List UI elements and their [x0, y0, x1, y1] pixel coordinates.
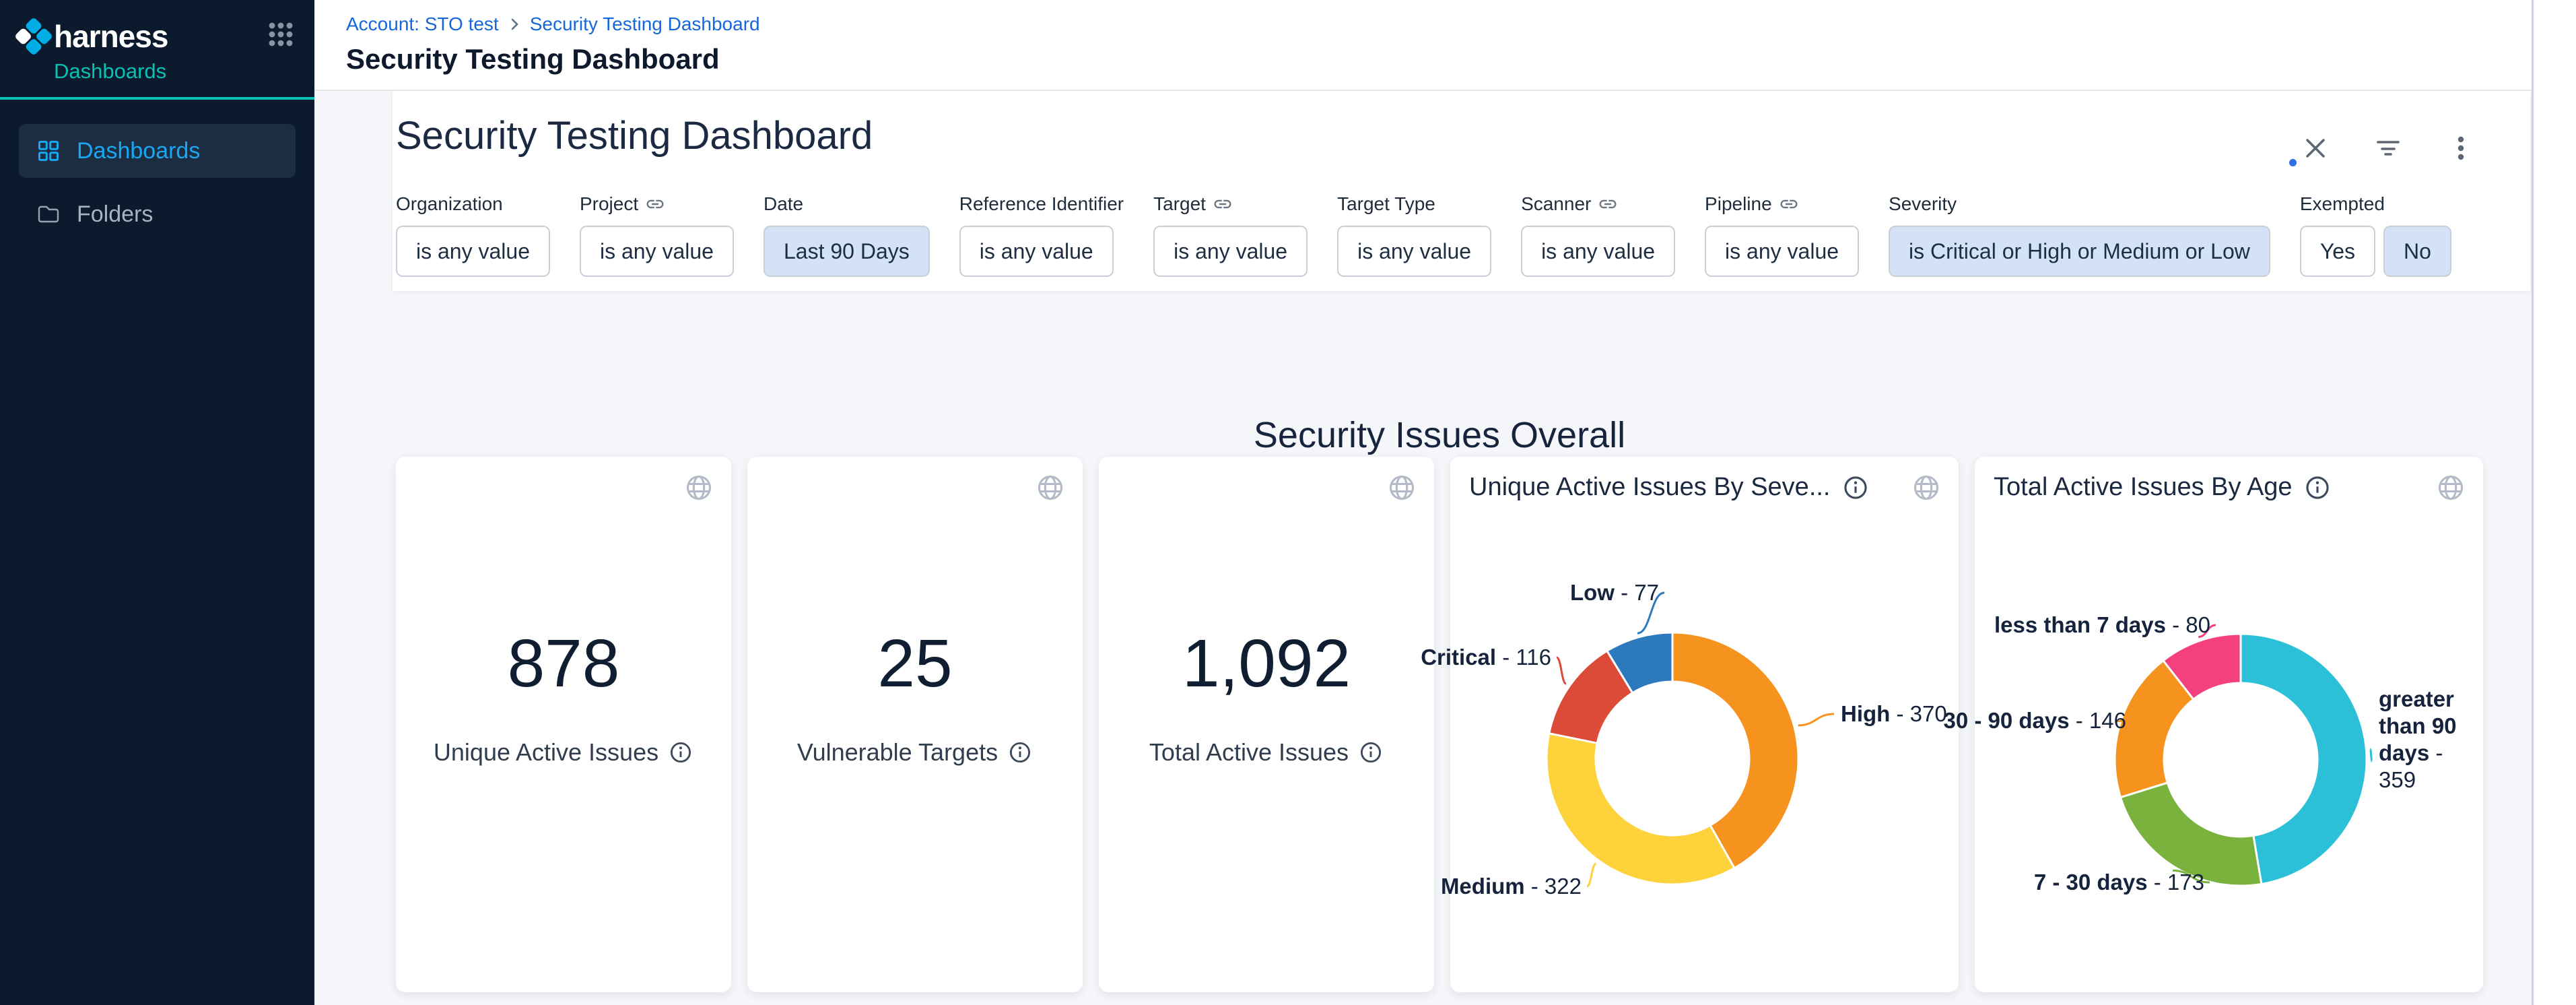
sidebar: harness Dashboards Dashboards — [0, 0, 314, 1005]
donut-label: Critical - 116 — [1421, 644, 1551, 671]
product-name: Dashboards — [54, 59, 314, 84]
filters-row: Organization is any value Project is any va… — [396, 193, 2530, 277]
link-icon — [1213, 194, 1233, 214]
filter-group: Organization is any value — [396, 193, 550, 277]
donut-label: High - 370 — [1841, 701, 1947, 727]
filter-value-button[interactable]: is any value — [396, 226, 550, 277]
dashboard-toolbar — [2300, 133, 2476, 164]
filter-label: Organization — [396, 193, 550, 215]
filter-value-button[interactable]: is any value — [1153, 226, 1308, 277]
sidebar-divider — [0, 97, 314, 100]
filter-group: Pipeline is any value — [1705, 193, 1859, 277]
chevron-right-icon — [506, 15, 523, 33]
donut-label: less than 7 days - 80 — [1994, 612, 2210, 639]
donut-chart-severity: High - 370Medium - 322Critical - 116Low … — [1450, 457, 1959, 992]
main-content: Security Testing Dashboard Organization i… — [314, 91, 2532, 1005]
donut-leader-line — [1557, 657, 1566, 684]
harness-logo-icon[interactable] — [15, 18, 53, 55]
globe-icon — [684, 473, 714, 506]
dashboard-panel: Security Testing Dashboard Organization i… — [393, 91, 2530, 291]
page-title: Security Testing Dashboard — [346, 43, 2532, 75]
filter-value-button[interactable]: is any value — [959, 226, 1114, 277]
tile-vulnerable-targets: 25 Vulnerable Targets — [747, 457, 1083, 992]
close-icon[interactable] — [2300, 133, 2331, 164]
filter-value-button[interactable]: is any value — [1337, 226, 1491, 277]
metric-label: Vulnerable Targets — [797, 738, 998, 767]
metric-value: 1,092 — [1099, 625, 1434, 703]
filter-label: Severity — [1889, 193, 2270, 215]
sidebar-item-dashboards[interactable]: Dashboards — [19, 124, 296, 178]
filter-value-button[interactable]: Last 90 Days — [764, 226, 930, 277]
info-icon[interactable] — [668, 740, 693, 765]
donut-slice-greater-than-90-days[interactable] — [2241, 634, 2367, 884]
globe-icon — [1387, 473, 1417, 506]
donut-slice-medium[interactable] — [1547, 734, 1734, 884]
brand-name: harness — [54, 18, 168, 55]
filter-value-button[interactable]: is Critical or High or Medium or Low — [1889, 226, 2270, 277]
filter-group: Target Type is any value — [1337, 193, 1491, 277]
filter-group: Project is any value — [580, 193, 734, 277]
filter-group: Scanner is any value — [1521, 193, 1675, 277]
link-icon — [1779, 194, 1799, 214]
section-title: Security Issues Overall — [396, 414, 2483, 456]
filter-label: Exempted — [2300, 193, 2451, 215]
filter-indicator-dot — [2289, 159, 2297, 166]
donut-leader-line — [2370, 749, 2372, 761]
top-header: Account: STO test Security Testing Dashb… — [314, 0, 2532, 91]
filter-icon[interactable] — [2373, 133, 2404, 164]
breadcrumb-account-link[interactable]: Account: STO test — [346, 13, 499, 35]
breadcrumb: Account: STO test Security Testing Dashb… — [346, 13, 2532, 35]
donut-leader-line — [1587, 864, 1596, 886]
sidebar-item-label: Dashboards — [77, 138, 200, 164]
filter-label: Reference Identifier — [959, 193, 1124, 215]
tile-issues-by-age: Total Active Issues By Age greater than … — [1975, 457, 2483, 992]
sidebar-item-label: Folders — [77, 201, 153, 228]
filter-group: Severity is Critical or High or Medium or… — [1889, 193, 2270, 277]
filter-group: Target is any value — [1153, 193, 1308, 277]
kebab-menu-icon[interactable] — [2445, 133, 2476, 164]
filter-value-button[interactable]: is any value — [1521, 226, 1675, 277]
tile-issues-by-severity: Unique Active Issues By Seve... High - 3… — [1450, 457, 1959, 992]
donut-label: Medium - 322 — [1441, 873, 1582, 900]
filter-label: Pipeline — [1705, 193, 1859, 215]
filter-value-button[interactable]: No — [2383, 226, 2451, 277]
donut-label: 7 - 30 days - 173 — [2034, 869, 2204, 896]
sidebar-nav: Dashboards Folders — [0, 124, 314, 241]
filter-label: Date — [764, 193, 930, 215]
dashboards-icon — [36, 139, 61, 163]
sidebar-item-folders[interactable]: Folders — [19, 187, 296, 241]
tile-total-active-issues: 1,092 Total Active Issues — [1099, 457, 1434, 992]
metric-label: Unique Active Issues — [434, 738, 658, 767]
dashboard-title: Security Testing Dashboard — [396, 113, 2530, 158]
donut-chart-age: greater than 90 days - 359 7 - 30 days - … — [1975, 457, 2483, 992]
filter-value-button[interactable]: is any value — [1705, 226, 1859, 277]
breadcrumb-page-link[interactable]: Security Testing Dashboard — [530, 13, 760, 35]
apps-grid-icon[interactable] — [266, 20, 296, 49]
info-icon[interactable] — [1358, 740, 1384, 765]
folder-icon — [36, 202, 61, 226]
filter-group: Exempted YesNo — [2300, 193, 2451, 277]
link-icon — [645, 194, 665, 214]
metric-value: 878 — [396, 625, 731, 703]
filter-value-button[interactable]: is any value — [580, 226, 734, 277]
donut-leader-line — [1798, 714, 1834, 725]
donut-label: Low - 77 — [1570, 579, 1659, 606]
filter-value-button[interactable]: Yes — [2300, 226, 2375, 277]
filter-group: Reference Identifier is any value — [959, 193, 1124, 277]
metric-label: Total Active Issues — [1149, 738, 1349, 767]
donut-label: 30 - 90 days - 146 — [1943, 707, 2126, 734]
tile-unique-active-issues: 878 Unique Active Issues — [396, 457, 731, 992]
tiles-row: 878 Unique Active Issues 25 Vulnerable T… — [396, 457, 2483, 992]
scrollbar-gutter[interactable] — [2532, 0, 2576, 1005]
metric-value: 25 — [747, 625, 1083, 703]
filter-label: Target — [1153, 193, 1308, 215]
filter-label: Project — [580, 193, 734, 215]
donut-label: greater than 90 days - 359 — [2379, 686, 2480, 793]
link-icon — [1598, 194, 1618, 214]
filter-label: Target Type — [1337, 193, 1491, 215]
filter-label: Scanner — [1521, 193, 1675, 215]
info-icon[interactable] — [1007, 740, 1033, 765]
filter-group: Date Last 90 Days — [764, 193, 930, 277]
globe-icon — [1036, 473, 1065, 506]
